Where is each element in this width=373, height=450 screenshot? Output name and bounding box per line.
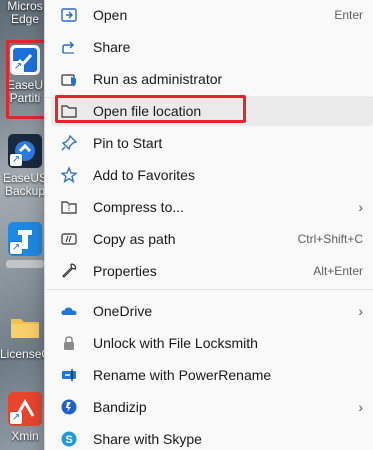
menu-item-copy-as-path[interactable]: Copy as path Ctrl+Shift+C xyxy=(51,224,373,254)
desktop-item-label: LicenseC xyxy=(0,348,50,361)
shield-icon xyxy=(60,70,78,88)
shortcut-arrow-icon: ↗ xyxy=(10,154,22,166)
menu-item-open-file-location[interactable]: Open file location xyxy=(51,96,373,126)
menu-item-label: Open file location xyxy=(93,103,202,119)
desktop: Micros Edge ↗ EaseU Partiti ↗ EaseUS Bac… xyxy=(0,0,50,450)
desktop-item-label: EaseU xyxy=(6,79,44,92)
desktop-item-easeus-partition[interactable]: ↗ EaseU Partiti xyxy=(0,45,50,105)
easeus-partition-icon: ↗ xyxy=(10,45,40,75)
svg-text:S: S xyxy=(65,434,72,446)
app-icon: ↗ xyxy=(8,222,42,256)
open-icon xyxy=(60,6,78,24)
menu-item-label: Open xyxy=(93,7,128,23)
desktop-item-edge[interactable]: Micros Edge xyxy=(0,0,50,26)
share-icon xyxy=(60,38,78,56)
xmind-icon: ↗ xyxy=(8,392,42,426)
menu-item-label: Copy as path xyxy=(93,231,176,247)
desktop-item-label: EaseUS xyxy=(2,172,48,185)
menu-item-shortcut: Ctrl+Shift+C xyxy=(297,232,363,246)
rename-icon xyxy=(60,366,78,384)
submenu-chevron-icon: › xyxy=(358,303,363,319)
menu-item-onedrive[interactable]: OneDrive › xyxy=(51,296,373,326)
menu-item-run-as-administrator[interactable]: Run as administrator xyxy=(51,64,373,94)
onedrive-icon xyxy=(60,302,78,320)
folder-icon xyxy=(60,102,78,120)
menu-item-unlock-with-file-locksmith[interactable]: Unlock with File Locksmith xyxy=(51,328,373,358)
desktop-item-easeus-backup[interactable]: ↗ EaseUS Backup xyxy=(0,134,50,198)
desktop-item-license[interactable]: LicenseC xyxy=(0,310,50,361)
menu-item-share-with-skype[interactable]: S Share with Skype xyxy=(51,424,373,450)
zip-folder-icon xyxy=(60,198,78,216)
menu-item-label: Bandizip xyxy=(93,399,147,415)
shortcut-arrow-icon: ↗ xyxy=(10,242,22,254)
menu-item-label: Rename with PowerRename xyxy=(93,367,272,383)
desktop-item-label-line2: Edge xyxy=(10,13,40,26)
menu-item-rename-with-powerrename[interactable]: Rename with PowerRename xyxy=(51,360,373,390)
submenu-chevron-icon: › xyxy=(358,399,363,415)
menu-item-label: Unlock with File Locksmith xyxy=(93,335,258,351)
menu-item-label: OneDrive xyxy=(93,303,153,319)
pin-icon xyxy=(60,134,78,152)
menu-item-open[interactable]: Open Enter xyxy=(51,0,373,30)
shortcut-arrow-icon: ↗ xyxy=(12,61,24,73)
menu-item-add-to-favorites[interactable]: Add to Favorites xyxy=(51,160,373,190)
menu-item-compress-to[interactable]: Compress to... › xyxy=(51,192,373,222)
star-icon xyxy=(60,166,78,184)
menu-item-label: Properties xyxy=(93,263,157,279)
blurred-label xyxy=(6,260,44,268)
submenu-chevron-icon: › xyxy=(358,199,363,215)
menu-item-pin-to-start[interactable]: Pin to Start xyxy=(51,128,373,158)
menu-item-label: Pin to Start xyxy=(93,135,163,151)
desktop-item-label-line2: Partiti xyxy=(9,92,41,105)
lock-icon xyxy=(60,334,78,352)
desktop-item-xmind[interactable]: ↗ Xmin xyxy=(0,392,50,443)
bandizip-icon xyxy=(60,398,78,416)
menu-item-properties[interactable]: Properties Alt+Enter xyxy=(51,256,373,286)
desktop-item-app[interactable]: ↗ xyxy=(0,222,50,268)
desktop-item-label: Micros xyxy=(7,0,43,13)
menu-item-label: Share with Skype xyxy=(93,431,202,447)
menu-item-label: Add to Favorites xyxy=(93,167,195,183)
menu-separator xyxy=(45,289,373,290)
menu-item-label: Share xyxy=(93,39,131,55)
menu-item-label: Compress to... xyxy=(93,199,185,215)
context-menu: Open Enter Share Run as administrator Op… xyxy=(44,0,373,450)
folder-icon xyxy=(8,310,42,344)
copy-path-icon xyxy=(60,230,78,248)
menu-item-bandizip[interactable]: Bandizip › xyxy=(51,392,373,422)
menu-item-shortcut: Enter xyxy=(334,8,363,22)
menu-item-label: Run as administrator xyxy=(93,71,223,87)
shortcut-arrow-icon: ↗ xyxy=(10,412,22,424)
easeus-backup-icon: ↗ xyxy=(8,134,42,168)
desktop-item-label-line2: Backup xyxy=(4,185,46,198)
wrench-icon xyxy=(60,262,78,280)
desktop-item-label: Xmin xyxy=(11,430,39,443)
menu-item-shortcut: Alt+Enter xyxy=(313,264,363,278)
skype-icon: S xyxy=(60,430,78,448)
menu-item-share[interactable]: Share xyxy=(51,32,373,62)
